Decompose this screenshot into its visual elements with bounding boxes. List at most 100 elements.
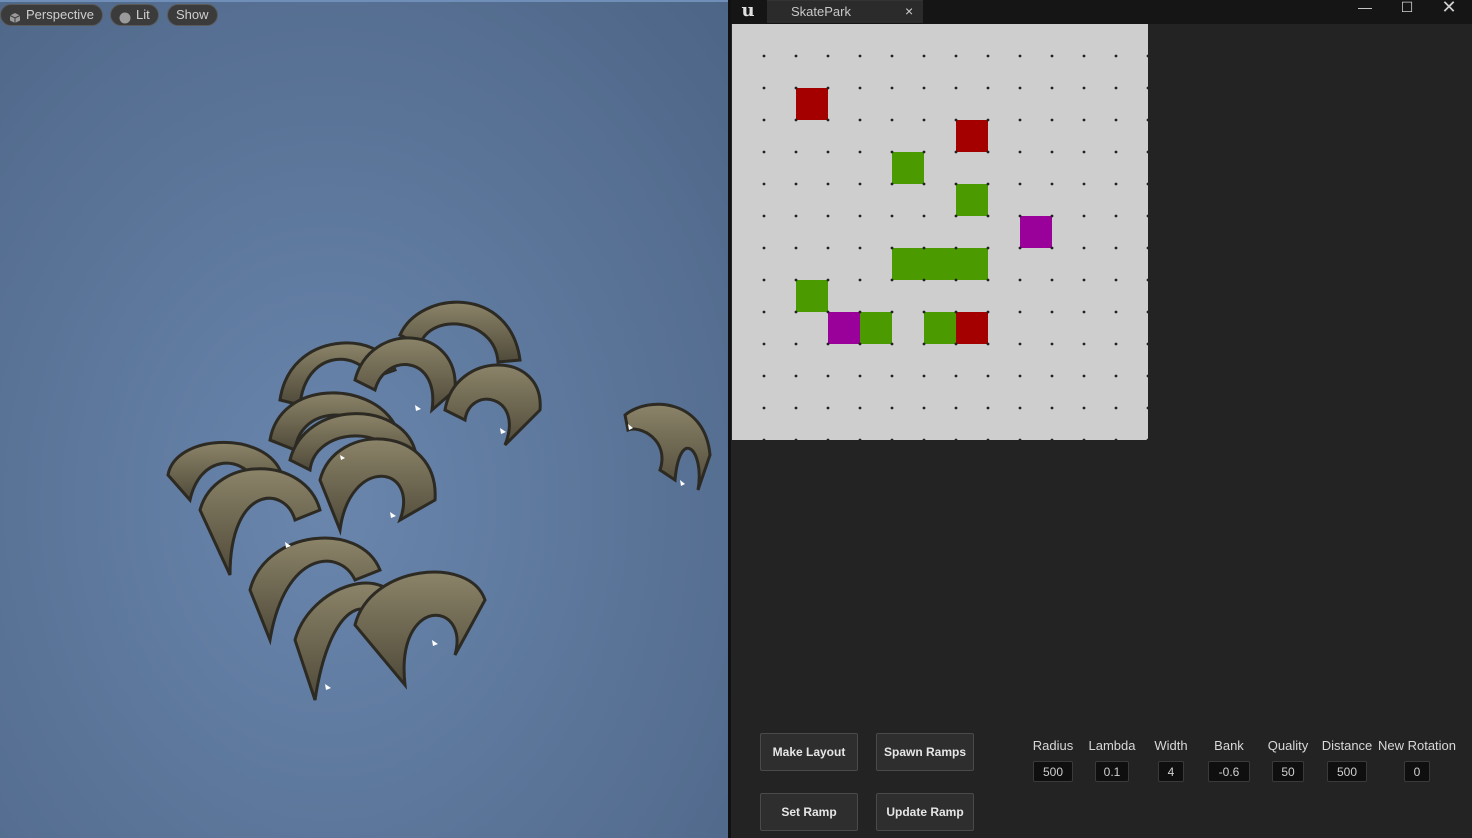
new-rotation-field[interactable]: 0	[1404, 761, 1430, 782]
window-titlebar[interactable]: u SkatePark × — ☐ ✕	[731, 0, 1472, 24]
close-icon[interactable]: ✕	[1431, 0, 1467, 16]
minimize-icon[interactable]: —	[1347, 0, 1383, 16]
grid-dot	[1050, 214, 1054, 218]
grid-dot	[954, 118, 958, 122]
grid-dot	[794, 214, 798, 218]
grid-dot	[1018, 54, 1022, 58]
grid-dot	[1114, 118, 1118, 122]
spawn-ramps-button[interactable]: Spawn Ramps	[876, 733, 974, 771]
grid-dot	[1018, 438, 1022, 440]
grid-dot	[1114, 278, 1118, 282]
grid-dot	[954, 150, 958, 154]
grid-dot	[1050, 54, 1054, 58]
width-field[interactable]: 4	[1158, 761, 1184, 782]
grid-dot	[986, 214, 990, 218]
grid-cell[interactable]	[924, 248, 956, 280]
grid-cell[interactable]	[828, 312, 860, 344]
grid-dot	[1114, 54, 1118, 58]
grid-dot	[762, 246, 766, 250]
grid-dot	[1050, 374, 1054, 378]
make-layout-button[interactable]: Make Layout	[760, 733, 858, 771]
radius-field[interactable]: 500	[1033, 761, 1073, 782]
grid-dot	[762, 182, 766, 186]
grid-dot	[986, 310, 990, 314]
grid-dot	[986, 438, 990, 440]
lambda-field[interactable]: 0.1	[1095, 761, 1129, 782]
grid-dot	[794, 342, 798, 346]
grid-dot	[1050, 182, 1054, 186]
ramp-meshes	[166, 300, 712, 701]
grid-dot	[858, 214, 862, 218]
grid-cell[interactable]	[796, 88, 828, 120]
lambda-param: Lambda 0.1	[1087, 738, 1137, 782]
distance-field[interactable]: 500	[1327, 761, 1367, 782]
grid-dot	[1050, 406, 1054, 410]
grid-dot	[762, 438, 766, 440]
grid-dot	[794, 54, 798, 58]
grid-cell[interactable]	[1020, 216, 1052, 248]
radius-label: Radius	[1032, 738, 1074, 753]
grid-dot	[1018, 150, 1022, 154]
grid-dot	[986, 342, 990, 346]
grid-dot	[954, 278, 958, 282]
grid-dot	[1146, 374, 1148, 378]
grid-dot	[1082, 374, 1086, 378]
grid-cell[interactable]	[860, 312, 892, 344]
level-viewport[interactable]: Perspective Lit Show	[0, 0, 728, 838]
grid-cell[interactable]	[956, 312, 988, 344]
grid-dot	[1082, 182, 1086, 186]
grid-cell[interactable]	[956, 120, 988, 152]
grid-dot	[858, 54, 862, 58]
grid-dot	[794, 310, 798, 314]
grid-dot	[922, 246, 926, 250]
grid-dot	[826, 374, 830, 378]
layout-grid[interactable]	[732, 24, 1148, 440]
grid-cell[interactable]	[956, 184, 988, 216]
grid-cell[interactable]	[796, 280, 828, 312]
tab-close-icon[interactable]: ×	[905, 3, 913, 19]
grid-dot	[1114, 150, 1118, 154]
grid-dot	[954, 182, 958, 186]
width-param: Width 4	[1151, 738, 1191, 782]
grid-dot	[794, 86, 798, 90]
grid-dot	[1146, 246, 1148, 250]
grid-dot	[826, 182, 830, 186]
grid-dot	[1050, 150, 1054, 154]
grid-dot	[922, 342, 926, 346]
grid-dot	[1018, 406, 1022, 410]
maximize-icon[interactable]: ☐	[1389, 0, 1425, 16]
grid-dot	[922, 310, 926, 314]
grid-cell[interactable]	[924, 312, 956, 344]
grid-dot	[1146, 406, 1148, 410]
grid-dot	[1146, 214, 1148, 218]
grid-dot	[826, 278, 830, 282]
grid-dot	[1146, 438, 1148, 440]
unreal-logo-icon: u	[741, 0, 755, 21]
grid-canvas[interactable]	[732, 24, 1148, 440]
grid-dot	[922, 54, 926, 58]
grid-dot	[890, 374, 894, 378]
quality-field[interactable]: 50	[1272, 761, 1304, 782]
grid-dot	[858, 150, 862, 154]
update-ramp-button[interactable]: Update Ramp	[876, 793, 974, 831]
grid-dot	[1146, 86, 1148, 90]
tab-skatepark[interactable]: SkatePark ×	[767, 0, 923, 23]
tab-title: SkatePark	[791, 4, 851, 19]
bank-field[interactable]: -0.6	[1208, 761, 1250, 782]
grid-cell[interactable]	[892, 248, 924, 280]
grid-dot	[1082, 406, 1086, 410]
grid-dot	[1114, 214, 1118, 218]
grid-cell[interactable]	[956, 248, 988, 280]
grid-dot	[1018, 214, 1022, 218]
grid-dot	[890, 406, 894, 410]
grid-dot	[826, 214, 830, 218]
grid-dot	[1146, 150, 1148, 154]
grid-cell[interactable]	[892, 152, 924, 184]
distance-label: Distance	[1321, 738, 1373, 753]
new-rotation-label: New Rotation	[1377, 738, 1457, 753]
skatepark-widget: Make Layout Spawn Ramps Set Ramp Update …	[731, 24, 1472, 838]
grid-dot	[1018, 374, 1022, 378]
grid-dot	[986, 182, 990, 186]
grid-dot	[1082, 310, 1086, 314]
set-ramp-button[interactable]: Set Ramp	[760, 793, 858, 831]
